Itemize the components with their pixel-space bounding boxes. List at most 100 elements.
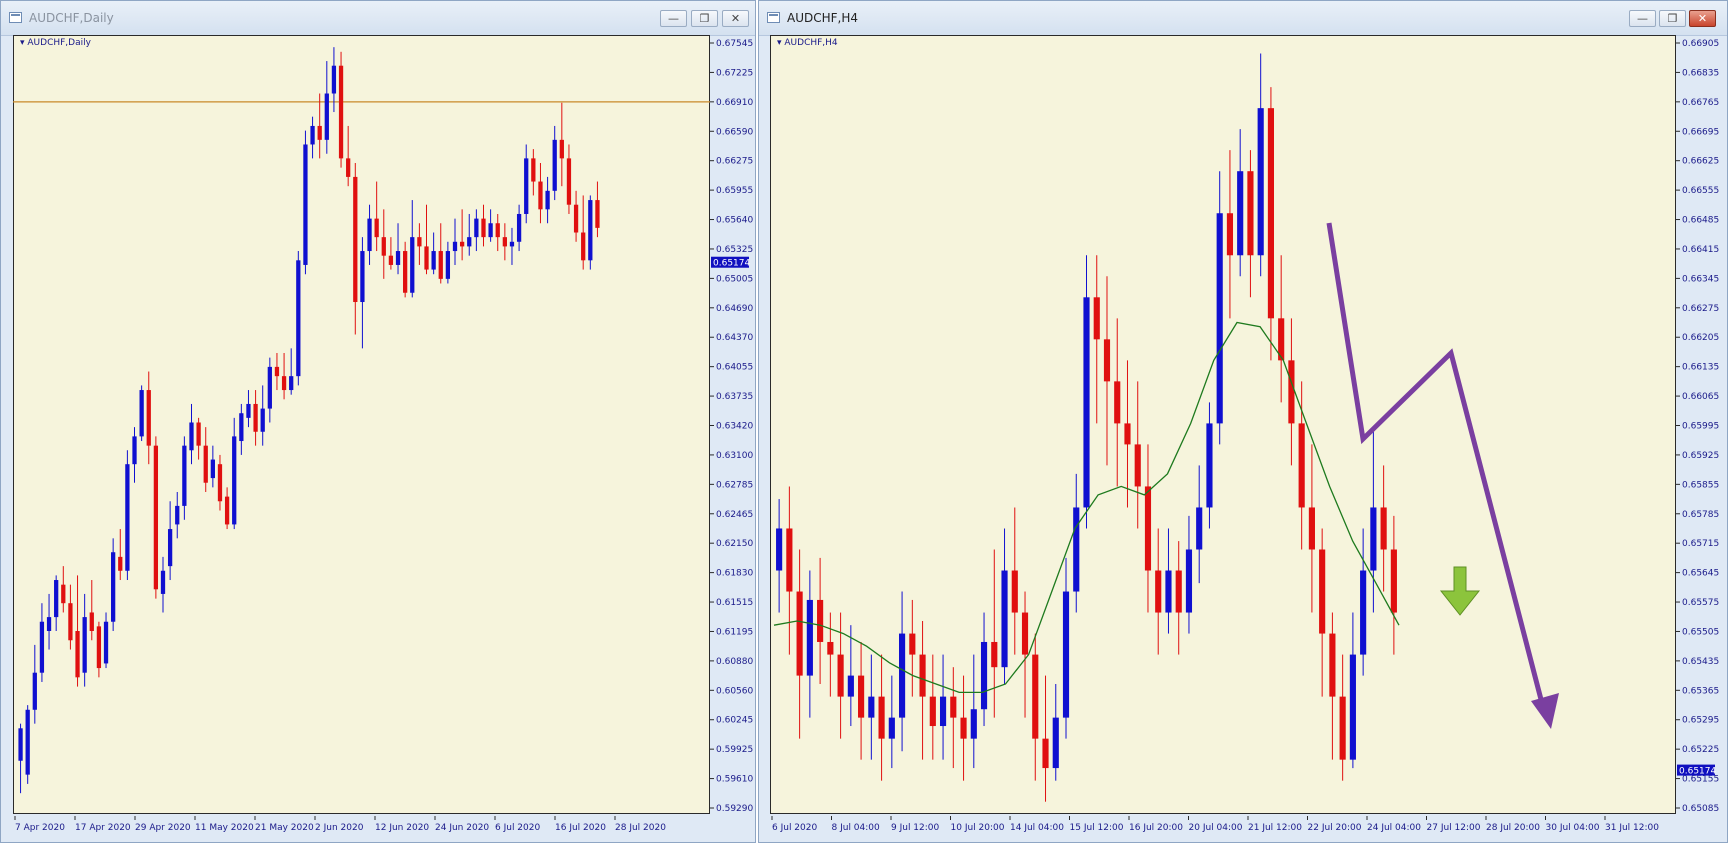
candle-body: [1052, 717, 1059, 769]
candle-body: [331, 65, 337, 94]
date-axis-label: 21 May 2020: [255, 823, 314, 833]
candle-body: [260, 408, 265, 432]
chart-window-h4[interactable]: AUDCHF,H4 — ❐ ✕ AUDCHF,H4 0.669050.66835…: [758, 0, 1728, 843]
date-axis-label: 27 Jul 12:00: [1427, 823, 1481, 833]
price-axis-label: 0.66415: [1682, 245, 1719, 255]
candle-body: [878, 696, 885, 739]
candle-body: [588, 200, 593, 261]
price-axis-label: 0.67545: [716, 39, 753, 49]
current-price-label: 0.65174: [1679, 767, 1716, 777]
price-axis-label: 0.65295: [1682, 716, 1719, 726]
candle-body: [552, 139, 557, 191]
price-axis-label: 0.66625: [1682, 157, 1719, 167]
price-axis-label: 0.66275: [716, 157, 753, 167]
candle-body: [96, 626, 102, 669]
price-axis-label: 0.65995: [1682, 422, 1719, 432]
candle-body: [960, 717, 967, 739]
candle-body: [18, 728, 23, 761]
date-axis-label: 15 Jul 12:00: [1070, 823, 1124, 833]
price-axis-label: 0.66555: [1682, 186, 1719, 196]
candle-body: [806, 599, 813, 676]
candle-body: [1257, 108, 1264, 256]
price-axis-label: 0.66695: [1682, 127, 1719, 137]
candle-body: [909, 633, 916, 655]
candle-body: [573, 204, 579, 233]
price-axis-label: 0.66485: [1682, 216, 1719, 226]
candle-body: [246, 403, 251, 418]
candle-body: [919, 654, 926, 697]
candle-body: [459, 241, 465, 247]
candle-body: [395, 251, 401, 265]
candle-body: [488, 223, 493, 238]
date-axis-label: 14 Jul 04:00: [1010, 823, 1064, 833]
candle-body: [438, 251, 443, 279]
price-axis-label: 0.62150: [716, 539, 753, 549]
candle-body: [381, 237, 386, 256]
candle-body: [139, 390, 144, 437]
date-axis-label: 8 Jul 04:00: [832, 823, 881, 833]
candle-body: [467, 237, 472, 247]
candle-body: [516, 213, 522, 242]
candle-body: [61, 584, 66, 604]
price-axis-label: 0.66345: [1682, 274, 1719, 284]
price-axis-label: 0.61195: [716, 627, 753, 637]
candle-body: [338, 65, 344, 159]
current-price-label: 0.65174: [713, 259, 750, 269]
candle-body: [68, 603, 73, 641]
candle-body: [1349, 654, 1356, 760]
price-axis-label: 0.65435: [1682, 657, 1719, 667]
candle-body: [970, 709, 977, 739]
candle-body: [495, 223, 500, 238]
date-axis-label: 22 Jul 20:00: [1308, 823, 1362, 833]
candle-body: [424, 246, 429, 270]
candle-body: [431, 251, 436, 270]
h4-candlestick-chart: 0.66905 0.66835 0.66765 0.66695 0.66625 0.665…: [771, 39, 1719, 833]
price-axis-label: 0.65645: [1682, 569, 1719, 579]
chart-window-daily[interactable]: AUDCHF,Daily — ❐ ✕ AUDCHF,Daily 0.675450…: [0, 0, 756, 843]
candle-body: [445, 251, 451, 279]
price-axis-label: 0.62465: [716, 510, 753, 520]
candle-body: [239, 413, 244, 442]
candle-body: [403, 251, 408, 293]
candle-body: [388, 255, 394, 265]
price-axis-label: 0.67225: [716, 68, 753, 78]
candle-body: [89, 612, 94, 631]
candle-body: [888, 717, 895, 739]
candle-body: [1329, 633, 1336, 697]
candle-body: [324, 93, 329, 140]
price-axis-label: 0.66910: [716, 98, 753, 108]
date-axis-label: 6 Jul 2020: [772, 823, 817, 833]
candle-body: [210, 459, 215, 479]
candle-body: [1319, 549, 1326, 634]
candle-body: [1144, 486, 1152, 571]
candle-body: [1237, 171, 1244, 256]
candle-body: [232, 436, 237, 525]
date-axis-label: 16 Jul 2020: [555, 823, 606, 833]
price-axis-label: 0.66135: [1682, 363, 1719, 373]
candle-body: [939, 696, 947, 727]
candle-body: [1185, 549, 1193, 613]
candle-body: [281, 376, 287, 391]
daily-candlestick-chart: 0.67545 0.67225 0.66910 0.66590 0.66275 0.659…: [13, 39, 753, 833]
price-axis-label: 0.66905: [1682, 39, 1719, 49]
price-axis-label: 0.65365: [1682, 686, 1719, 696]
candle-body: [1360, 570, 1367, 655]
price-axis-label: 0.66065: [1682, 392, 1719, 402]
candle-body: [82, 617, 87, 673]
annotation-arrow-head: [1531, 693, 1559, 729]
candle-body: [581, 232, 586, 261]
candle-body: [274, 366, 280, 377]
candle-body: [559, 139, 564, 159]
candle-body: [353, 176, 358, 303]
candle-body: [1175, 570, 1182, 613]
date-axis-label: 12 Jun 2020: [375, 823, 429, 833]
price-axis-label: 0.65640: [716, 216, 753, 226]
candle-body: [1103, 339, 1111, 382]
candle-body: [1288, 360, 1295, 424]
candle-body: [367, 218, 372, 252]
price-axis-label: 0.63735: [716, 392, 753, 402]
candle-body: [160, 570, 166, 594]
candle-body: [1032, 654, 1039, 739]
candle-body: [118, 556, 123, 571]
price-axis-label: 0.59925: [716, 745, 753, 755]
